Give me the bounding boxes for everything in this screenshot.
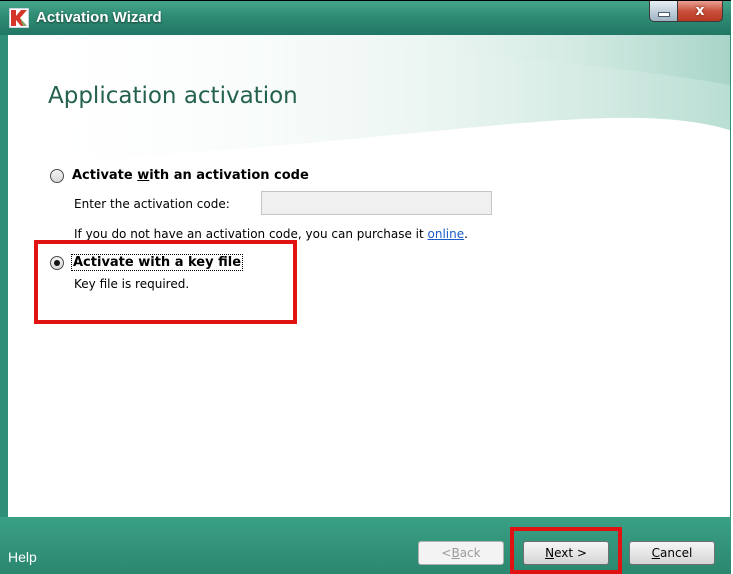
wizard-footer: Help < Back Next > Cancel [0,517,731,574]
minimize-icon [657,11,670,17]
activation-code-input[interactable] [261,191,492,215]
page-title: Application activation [48,83,298,109]
header-swoosh-decoration [8,35,730,163]
title-bar[interactable]: Activation Wizard x [0,1,731,35]
window-title: Activation Wizard [36,9,162,26]
key-file-highlight-box [34,240,297,324]
activation-code-option-label[interactable]: Activate with an activation code [72,168,309,183]
activation-code-radio[interactable] [50,169,64,183]
cancel-button[interactable]: Cancel [629,541,715,565]
minimize-button[interactable] [649,1,678,22]
back-button[interactable]: < Back [418,541,504,565]
activation-wizard-window: Activation Wizard x Application activati… [0,0,731,574]
close-icon: x [695,3,705,19]
wizard-content-panel: Application activation Activate with an … [8,35,730,517]
next-button-highlight-box [510,527,622,574]
online-purchase-link[interactable]: online [428,227,465,241]
purchase-hint-text: If you do not have an activation code, y… [74,227,468,241]
close-button[interactable]: x [678,1,723,22]
activation-code-field-label: Enter the activation code: [74,197,230,211]
help-link[interactable]: Help [8,549,37,565]
kaspersky-app-icon [9,8,29,28]
window-controls: x [649,1,723,22]
